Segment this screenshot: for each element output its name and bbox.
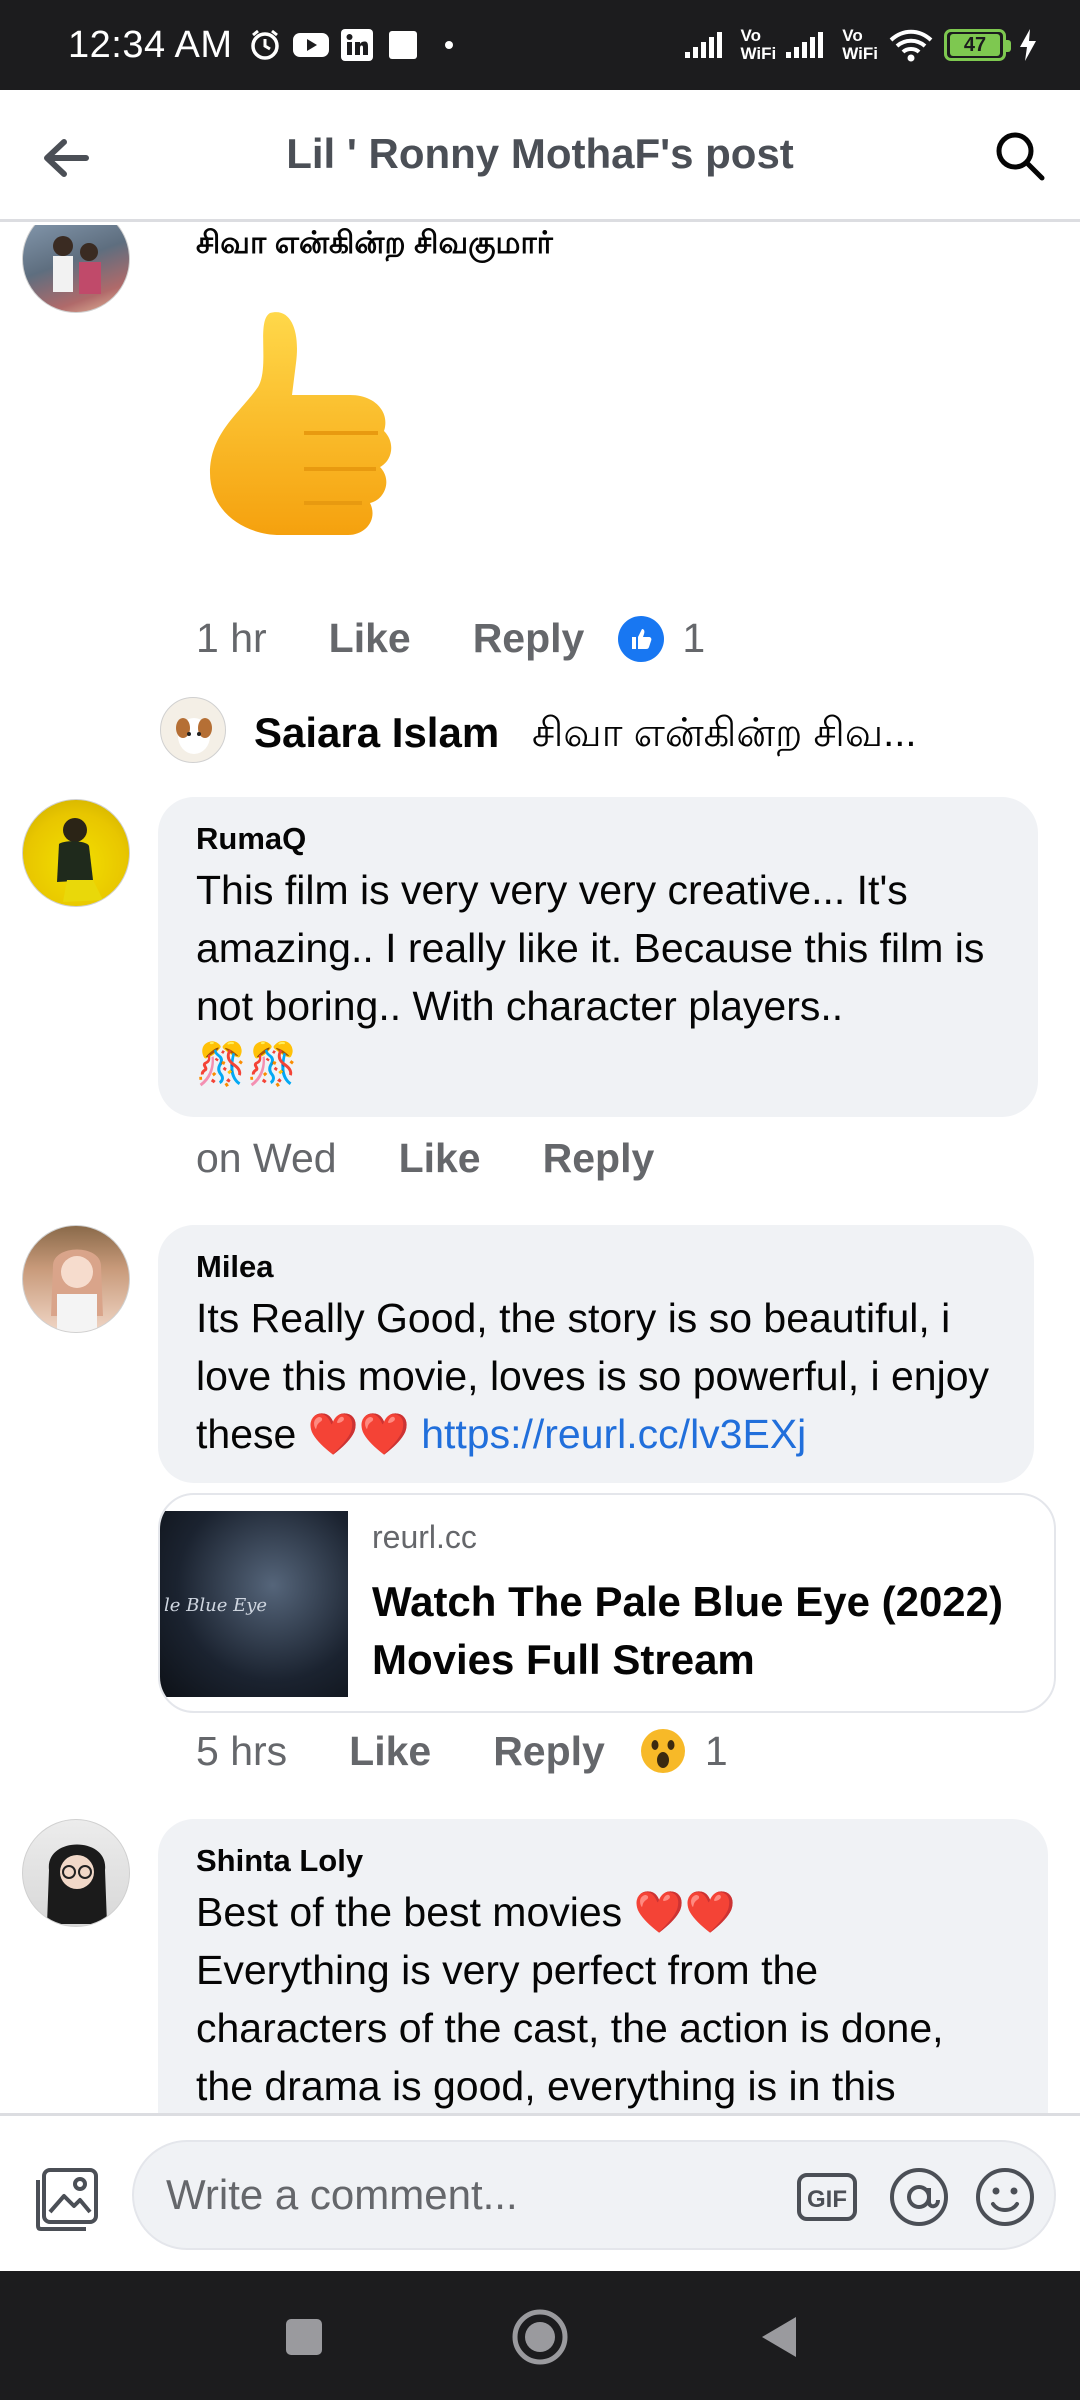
like-button[interactable]: Like: [349, 1728, 431, 1775]
comment-meta: 5 hrs Like Reply 1: [196, 1727, 728, 1775]
mention-button[interactable]: [886, 2164, 952, 2230]
comment-author[interactable]: Milea: [196, 1249, 996, 1285]
avatar[interactable]: [22, 1225, 130, 1333]
home-button[interactable]: [510, 2307, 570, 2367]
comment-author[interactable]: RumaQ: [196, 821, 1000, 857]
avatar[interactable]: [22, 1819, 130, 1927]
comment-time[interactable]: 5 hrs: [196, 1728, 287, 1775]
signal-icon-2: [786, 27, 832, 63]
comment-input[interactable]: [164, 2170, 764, 2220]
system-nav-bar: [0, 2271, 1080, 2400]
recents-button[interactable]: [274, 2307, 334, 2367]
reply-author: Saiara Islam: [254, 709, 500, 756]
like-button[interactable]: Like: [329, 615, 411, 662]
link-preview-thumbnail: le Blue Eye: [160, 1511, 348, 1697]
charging-icon: [1016, 27, 1040, 63]
thumbs-up-sticker: [200, 303, 420, 553]
battery-level: 47: [950, 34, 1000, 56]
reply-text: சிவா என்கின்ற சிவ...: [532, 711, 917, 755]
avatar[interactable]: [22, 225, 130, 313]
linkedin-icon: [339, 27, 375, 63]
post-header: Lil ' Ronny MothaF's post: [0, 90, 1080, 222]
photo-icon: [36, 2168, 98, 2231]
comment-link[interactable]: https://reurl.cc/lv3EXj: [421, 1411, 806, 1457]
circle-icon: [512, 2309, 568, 2365]
status-system-icons: Vo WiFi Vo WiFi 47: [684, 26, 1040, 63]
add-photo-button[interactable]: [32, 2164, 102, 2234]
signal-icon: [684, 27, 731, 63]
comment-bubble[interactable]: Shinta Loly Best of the best movies ❤️❤️…: [158, 1819, 1048, 2113]
comment-bubble[interactable]: RumaQ This film is very very very creati…: [158, 797, 1038, 1117]
avatar[interactable]: [22, 799, 130, 907]
like-reaction-icon[interactable]: [618, 615, 665, 662]
comment-text: This film is very very very creative... …: [196, 861, 1000, 1093]
notification-icon: [385, 27, 421, 63]
dot-icon: [431, 27, 467, 63]
gif-label: GIF: [807, 2186, 847, 2213]
status-bar: 12:34 AM Vo WiFi Vo WiFi 47: [0, 0, 1080, 90]
triangle-back-icon: [762, 2317, 796, 2357]
comment-body: Everything is very perfect from the char…: [196, 1947, 944, 2109]
comments-list: சிவா என்கின்ற சிவகுமார் 1 hr Like Reply …: [0, 225, 1080, 2113]
comment-bubble[interactable]: Milea Its Really Good, the story is so b…: [158, 1225, 1034, 1483]
comment-time[interactable]: on Wed: [196, 1135, 337, 1182]
back-nav-button[interactable]: [748, 2307, 808, 2367]
reply-button[interactable]: Reply: [493, 1728, 605, 1775]
reply-button[interactable]: Reply: [473, 615, 585, 662]
comment-time[interactable]: 1 hr: [196, 615, 267, 662]
comment-first-line: Best of the best movies ❤️❤️: [196, 1889, 736, 1935]
like-button[interactable]: Like: [399, 1135, 481, 1182]
reaction-count[interactable]: 1: [705, 1728, 728, 1775]
emoji-button[interactable]: [972, 2164, 1038, 2230]
comment-meta: 1 hr Like Reply 1: [196, 615, 705, 662]
comment-box[interactable]: GIF: [132, 2140, 1056, 2250]
comment-author[interactable]: Shinta Loly: [196, 1843, 1010, 1879]
reaction-count[interactable]: 1: [682, 615, 705, 662]
youtube-icon: [292, 27, 329, 63]
comment-author[interactable]: சிவா என்கின்ற சிவகுமார்: [196, 225, 553, 265]
gif-button[interactable]: GIF: [794, 2164, 860, 2230]
status-time: 12:34 AM: [68, 23, 233, 66]
link-preview-domain: reurl.cc: [372, 1519, 477, 1555]
page-title: Lil ' Ronny MothaF's post: [286, 130, 794, 177]
vowifi-label-1: Vo WiFi: [740, 26, 777, 63]
wifi-icon: [888, 27, 934, 63]
comment-body: This film is very very very creative... …: [196, 867, 985, 1029]
reply-avatar: [160, 697, 226, 763]
comment-text: Its Really Good, the story is so beautif…: [196, 1289, 996, 1463]
link-preview-title: Watch The Pale Blue Eye (2022) Movies Fu…: [372, 1578, 1004, 1683]
alarm-icon: [247, 27, 283, 63]
vowifi-label-2: Vo WiFi: [842, 26, 878, 63]
search-icon: [996, 132, 1045, 181]
comment-text: Best of the best movies ❤️❤️ Everything …: [196, 1883, 1010, 2113]
square-icon: [286, 2319, 322, 2355]
search-button[interactable]: [990, 126, 1050, 186]
reply-button[interactable]: Reply: [543, 1135, 655, 1182]
wow-reaction-icon[interactable]: [639, 1727, 687, 1775]
thumbnail-caption: le Blue Eye: [164, 1595, 268, 1616]
battery-icon: 47: [944, 29, 1011, 61]
smiley-icon: [976, 2168, 1034, 2226]
confetti-emoji: 🎊🎊: [196, 1041, 299, 1087]
comment-composer: GIF: [0, 2113, 1080, 2271]
comment-meta: on Wed Like Reply: [196, 1135, 716, 1182]
status-notification-icons: [247, 27, 467, 63]
at-icon: [890, 2168, 948, 2226]
link-preview-card[interactable]: le Blue Eye reurl.cc Watch The Pale Blue…: [158, 1493, 1056, 1713]
reply-preview[interactable]: Saiara Islam சிவா என்கின்ற சிவ...: [160, 697, 1040, 767]
